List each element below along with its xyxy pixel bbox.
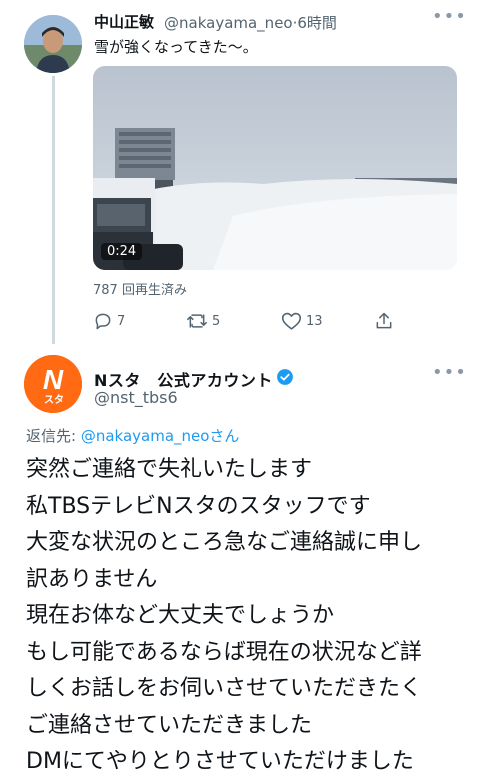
- share-button[interactable]: [374, 311, 398, 331]
- reply-line: 現在お体など大丈夫でしょうか: [26, 603, 335, 628]
- reply-count: 7: [117, 313, 126, 329]
- video-duration: 0:24: [101, 243, 143, 260]
- tweet-text: 雪が強くなってきた〜。: [94, 38, 258, 56]
- more-icon[interactable]: •••: [432, 6, 467, 27]
- video-player[interactable]: 0:24: [93, 66, 457, 270]
- nsta-logo: N スタ: [24, 355, 82, 413]
- reply-text: 突然ご連絡で失礼いたします 私TBSテレビNスタのスタッフです 大変な状況のとこ…: [26, 452, 474, 781]
- reply-line: 大変な状況のところ急なご連絡誠に申し: [26, 530, 423, 555]
- reply-button[interactable]: 7: [93, 311, 125, 331]
- thread-line: [52, 76, 55, 344]
- author-handle[interactable]: @nst_tbs6: [94, 388, 178, 407]
- view-count: 787 回再生済み: [93, 283, 187, 298]
- like-button[interactable]: 13: [281, 311, 323, 331]
- author-handle[interactable]: @nakayama_neo: [164, 14, 293, 32]
- reply-line: 突然ご連絡で失礼いたします: [26, 457, 313, 482]
- retweet-count: 5: [212, 313, 221, 329]
- tweet-time[interactable]: 6時間: [297, 14, 337, 32]
- more-icon[interactable]: •••: [432, 362, 467, 383]
- verified-badge-icon: [276, 368, 294, 390]
- brand-avatar[interactable]: N スタ: [24, 355, 82, 413]
- replying-label: 返信先:: [26, 427, 81, 445]
- reply-line: 訳ありません: [26, 566, 158, 592]
- reply-line: ご連絡させていただきました: [26, 712, 313, 738]
- reply-icon: [95, 313, 111, 330]
- like-count: 13: [306, 313, 323, 329]
- retweet-icon: [187, 314, 207, 328]
- replying-to-link[interactable]: @nakayama_neoさん: [81, 427, 240, 445]
- avatar-photo: [24, 15, 82, 73]
- share-icon: [376, 312, 392, 329]
- tweet-meta: @nakayama_neo·6時間: [164, 12, 337, 33]
- reply-line: DMにてやりとりさせていただけました: [26, 749, 414, 774]
- like-icon: [281, 312, 302, 330]
- logo-subtext: スタ: [44, 394, 64, 406]
- author-name[interactable]: 中山正敏: [94, 11, 154, 32]
- reply-line: もし可能であるならば現在の状況など詳: [26, 639, 422, 665]
- avatar[interactable]: [24, 15, 82, 73]
- retweet-button[interactable]: 5: [186, 311, 220, 331]
- replying-to: 返信先: @nakayama_neoさん: [26, 425, 239, 446]
- video-thumbnail: [93, 66, 457, 270]
- reply-line: しくお話しをお伺いさせていただきたく: [26, 676, 423, 701]
- reply-line: 私TBSテレビNスタのスタッフです: [26, 493, 371, 519]
- logo-letter: N: [43, 364, 64, 395]
